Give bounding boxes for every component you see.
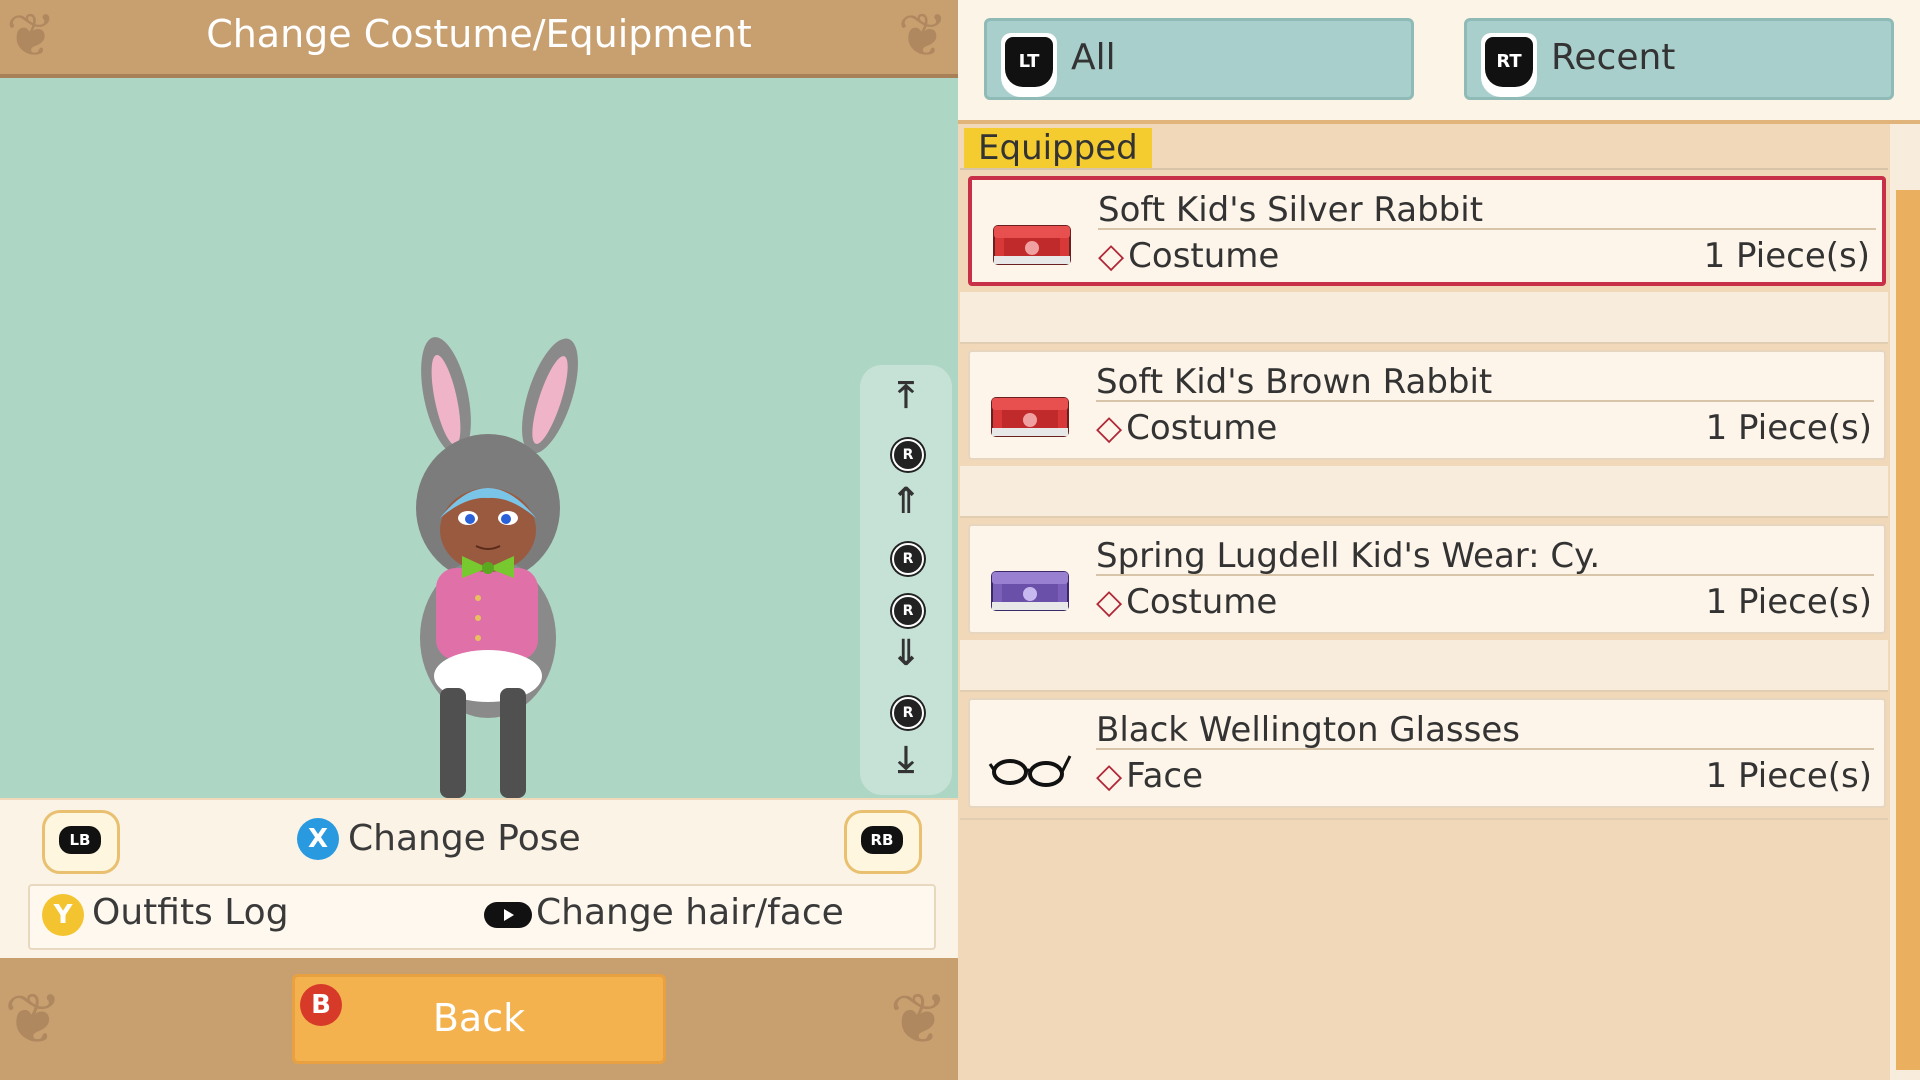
character-panel: ❦ ❦ Change Costume/Equipment ⤒ R ⇑ R R ⇓… [0,0,958,1080]
item-name: Soft Kid's Silver Rabbit [1098,190,1484,230]
divider [960,168,1888,170]
corner-ornament-icon: ❦ [889,978,948,1060]
item-name: Spring Lugdell Kid's Wear: Cy. [1096,536,1601,576]
list-item[interactable]: Soft Kid's Brown Rabbit ◇ Costume 1 Piece… [968,350,1886,460]
zoom-in-icon[interactable]: ⇑ [860,481,952,522]
item-category: ◇ Costume [1096,582,1278,622]
character-preview[interactable] [0,78,958,798]
item-category: ◇ Face [1096,756,1204,796]
item-list: Equipped Soft Kid's Silver Rabbit ◇ Costu… [960,126,1888,1080]
item-category: ◇ Costume [1096,408,1278,448]
list-item[interactable]: Black Wellington Glasses ◇ Face 1 Piece(s… [968,698,1886,808]
diamond-icon: ◇ [1096,582,1123,622]
red-costume-case-icon [991,397,1069,437]
corner-ornament-icon: ❦ [4,978,63,1060]
list-spacer [960,640,1888,692]
item-quantity: 1 Piece(s) [1705,408,1872,448]
back-label: Back [432,996,526,1040]
item-quantity: 1 Piece(s) [1705,582,1872,622]
rotate-right-icon[interactable]: R [892,595,924,627]
item-quantity: 1 Piece(s) [1703,236,1870,276]
tab-label: All [1071,37,1116,78]
lb-button[interactable]: LB [42,810,120,874]
scrollbar-track[interactable] [1896,190,1920,1070]
y-button-icon: Y [42,894,84,936]
glasses-icon [988,755,1072,787]
item-category: ◇ Costume [1098,236,1280,276]
top-icon[interactable]: ⤒ [860,375,952,417]
tab-bar: LT All RT Recent [958,0,1920,124]
rotate-up-icon[interactable]: R [892,439,924,471]
zoom-out-icon[interactable]: ⇓ [860,633,952,674]
right-stick-icon [484,902,532,928]
rotate-left-icon[interactable]: R [892,543,924,575]
title-bar: ❦ ❦ Change Costume/Equipment [0,0,958,78]
item-quantity: 1 Piece(s) [1705,756,1872,796]
list-item[interactable]: Soft Kid's Silver Rabbit ◇ Costume 1 Piec… [968,176,1886,286]
list-spacer [960,466,1888,518]
tab-label: Recent [1551,37,1676,78]
divider [1096,748,1874,750]
item-name: Black Wellington Glasses [1096,710,1520,750]
scrollbar[interactable] [1890,124,1920,1080]
rotate-down-icon[interactable]: R [892,697,924,729]
page-title: Change Costume/Equipment [206,12,752,56]
divider [1098,228,1876,230]
list-spacer [960,292,1888,344]
red-costume-case-icon [993,225,1071,265]
diamond-icon: ◇ [1098,236,1125,276]
character-model [416,337,578,798]
change-pose-button[interactable]: Change Pose [348,818,581,859]
divider [960,818,1888,820]
tab-all[interactable]: LT All [984,18,1414,100]
rb-button[interactable]: RB [844,810,922,874]
item-panel: LT All RT Recent Equipped Soft Kid's Sil… [958,0,1920,1080]
diamond-icon: ◇ [1096,756,1123,796]
purple-costume-case-icon [991,571,1069,611]
item-name: Soft Kid's Brown Rabbit [1096,362,1493,402]
divider [1096,400,1874,402]
x-button-icon: X [297,818,339,860]
divider [1096,574,1874,576]
tab-recent[interactable]: RT Recent [1464,18,1894,100]
camera-controls: ⤒ R ⇑ R R ⇓ R ⤓ [860,365,952,795]
bottom-icon[interactable]: ⤓ [860,739,952,781]
diamond-icon: ◇ [1096,408,1123,448]
equipped-section-label: Equipped [964,128,1152,168]
change-hair-face-button[interactable]: Change hair/face [536,892,844,933]
list-item[interactable]: Spring Lugdell Kid's Wear: Cy. ◇ Costume … [968,524,1886,634]
outfits-log-button[interactable]: Outfits Log [92,892,289,933]
lt-button-icon: LT [1001,33,1057,97]
rt-button-icon: RT [1481,33,1537,97]
